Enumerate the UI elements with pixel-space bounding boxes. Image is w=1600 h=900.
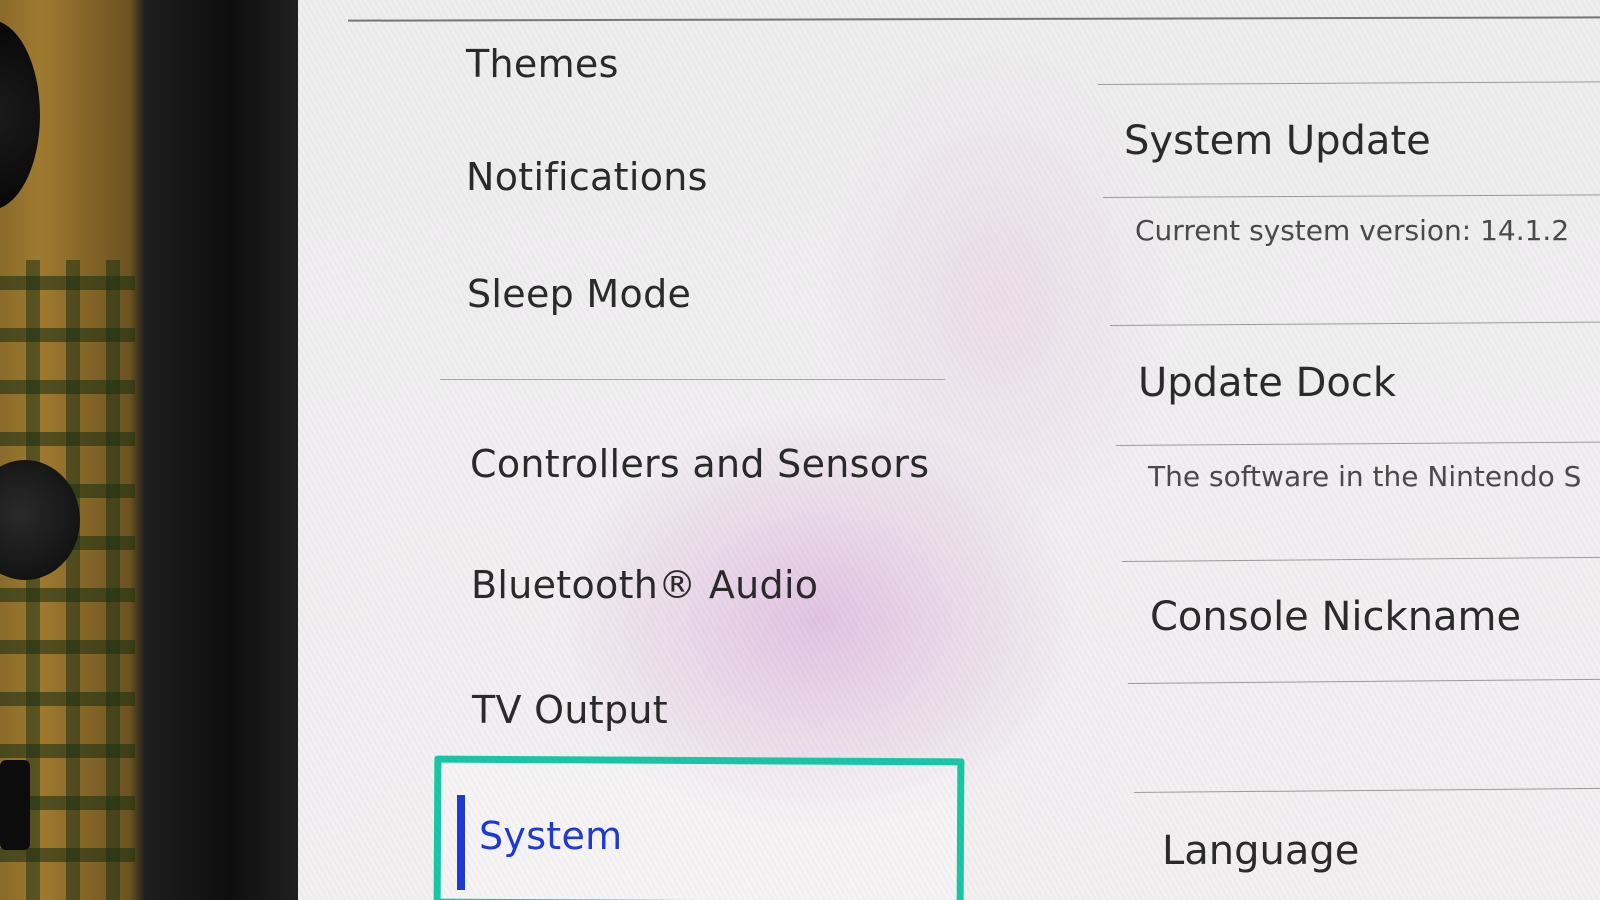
- console-nickname-item[interactable]: Console Nickname: [1150, 594, 1521, 640]
- system-update-item[interactable]: System Update: [1124, 118, 1431, 164]
- right-divider-2: [1102, 194, 1600, 198]
- nav-item-tv-output[interactable]: TV Output: [472, 688, 668, 732]
- nav-item-system[interactable]: System: [479, 814, 623, 858]
- nav-item-controllers-and-sensors[interactable]: Controllers and Sensors: [470, 442, 929, 486]
- nav-item-themes[interactable]: Themes: [466, 42, 619, 86]
- update-dock-item[interactable]: Update Dock: [1138, 360, 1396, 406]
- console-bezel: [0, 0, 300, 900]
- right-divider-1: [1097, 81, 1600, 85]
- right-divider-4: [1115, 441, 1600, 446]
- update-dock-description: The software in the Nintendo S: [1148, 460, 1582, 493]
- top-divider: [347, 16, 1600, 22]
- nav-item-bluetooth-audio[interactable]: Bluetooth® Audio: [471, 563, 818, 607]
- right-divider-5: [1121, 556, 1600, 562]
- nav-divider: [440, 379, 945, 380]
- nav-item-notifications[interactable]: Notifications: [466, 155, 708, 199]
- settings-screen: Themes Notifications Sleep Mode Controll…: [298, 0, 1600, 900]
- language-item[interactable]: Language: [1162, 828, 1359, 874]
- capture-button: [0, 760, 30, 850]
- selected-indicator-bar: [457, 795, 465, 890]
- nav-item-sleep-mode[interactable]: Sleep Mode: [467, 272, 691, 316]
- joycon-stick-top: [0, 20, 40, 210]
- system-version-text: Current system version: 14.1.2: [1135, 214, 1570, 247]
- right-divider-7: [1133, 787, 1600, 793]
- right-divider-6: [1127, 678, 1600, 684]
- right-divider-3: [1109, 321, 1600, 326]
